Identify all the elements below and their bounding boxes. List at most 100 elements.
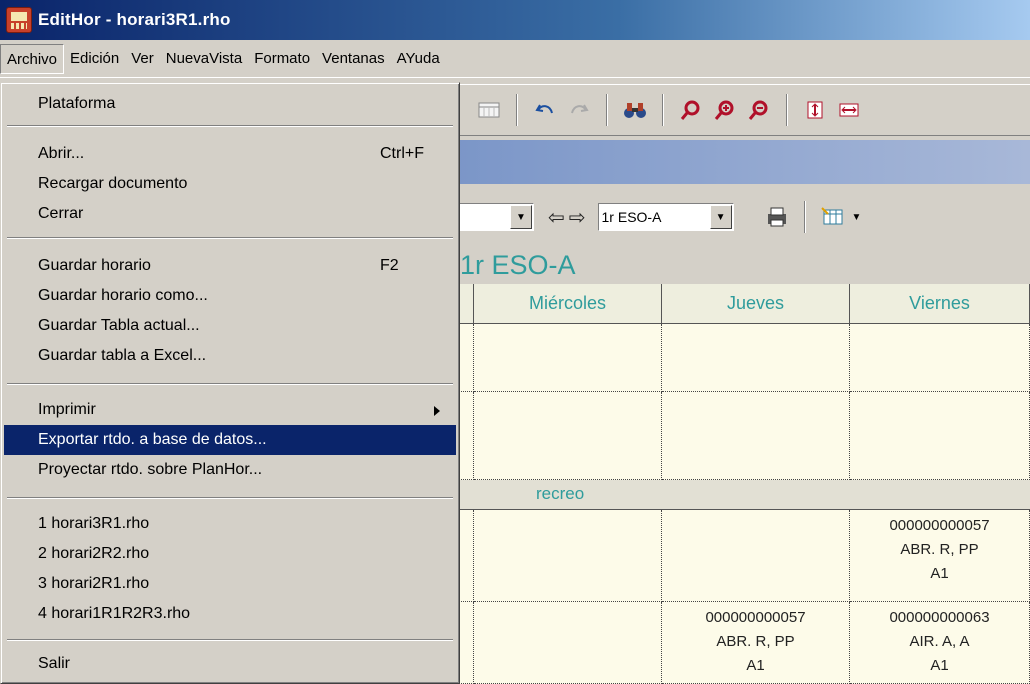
table-cell[interactable] <box>474 602 662 684</box>
table-cell[interactable] <box>474 510 662 602</box>
menu-separator <box>7 383 453 385</box>
cell-teacher: AIR. A, A <box>909 633 970 650</box>
group-select[interactable]: 1r ESO-A ▼ <box>597 203 734 231</box>
cell-code: 000000000063 <box>889 609 990 626</box>
menu-ayuda[interactable]: AYuda <box>391 44 446 74</box>
recreo-label: recreo <box>536 484 585 503</box>
column-header-miercoles: Miércoles <box>474 284 662 324</box>
menu-item-label: Cerrar <box>38 205 84 222</box>
file-menu-dropdown: Plataforma Abrir... Ctrl+F Recargar docu… <box>0 82 460 684</box>
print-icon[interactable] <box>760 200 794 234</box>
app-icon <box>6 7 32 33</box>
menu-nuevavista[interactable]: NuevaVista <box>160 44 248 74</box>
menu-item-recargar[interactable]: Recargar documento <box>4 169 456 199</box>
document-caption-bar <box>456 140 1030 184</box>
toolbar-separator <box>803 201 806 233</box>
menu-item-abrir[interactable]: Abrir... Ctrl+F <box>4 139 456 169</box>
column-header-jueves: Jueves <box>662 284 850 324</box>
table-cell[interactable] <box>662 392 850 480</box>
table-cell[interactable] <box>662 510 850 602</box>
schedule-toolbar: ▼ ⇦⇨ 1r ESO-A ▼ ▼ <box>456 188 1030 246</box>
menu-item-recent-3[interactable]: 3 horari2R1.rho <box>4 569 456 599</box>
window-title: EditHor - horari3R1.rho <box>38 10 231 29</box>
menu-separator <box>7 125 453 127</box>
menu-separator <box>7 639 453 641</box>
cell-room: A1 <box>930 565 949 582</box>
table-cell[interactable]: 000000000057 ABR. R, PP A1 <box>662 602 850 684</box>
menu-ventanas[interactable]: Ventanas <box>316 44 391 74</box>
view-select[interactable]: ▼ <box>456 203 534 231</box>
cell-teacher: ABR. R, PP <box>716 633 795 650</box>
menu-item-salir[interactable]: Salir <box>4 649 456 679</box>
menu-item-guardar-tabla[interactable]: Guardar Tabla actual... <box>4 311 456 341</box>
menu-separator <box>7 237 453 239</box>
menu-item-recent-1[interactable]: 1 horari3R1.rho <box>4 509 456 539</box>
main-toolbar <box>456 84 1030 136</box>
chevron-down-icon[interactable]: ▼ <box>852 212 862 223</box>
undo-icon[interactable] <box>528 93 562 127</box>
binoculars-icon[interactable] <box>618 93 652 127</box>
menu-item-imprimir[interactable]: Imprimir <box>4 395 456 425</box>
toolbar-separator <box>606 94 608 126</box>
menu-item-label: Guardar horario <box>38 257 151 274</box>
cell-teacher: ABR. R, PP <box>900 541 979 558</box>
menu-item-label: Proyectar rtdo. sobre PlanHor... <box>38 461 263 478</box>
menu-item-guardar[interactable]: Guardar horario F2 <box>4 251 456 281</box>
menu-item-plataforma[interactable]: Plataforma <box>4 89 456 119</box>
group-select-value: 1r ESO-A <box>601 209 662 225</box>
menu-item-label: Salir <box>38 655 71 672</box>
toolbar-separator <box>786 94 788 126</box>
schedule-title: 1r ESO-A <box>460 250 576 280</box>
redo-icon[interactable] <box>562 93 596 127</box>
menu-item-shortcut: F2 <box>380 257 399 274</box>
menu-ver[interactable]: Ver <box>125 44 160 74</box>
menu-item-label: Guardar Tabla actual... <box>38 317 200 334</box>
table-cell[interactable]: 000000000057 ABR. R, PP A1 <box>850 510 1030 602</box>
recreo-row: recreo <box>456 480 1030 510</box>
table-cell[interactable] <box>474 324 662 392</box>
menu-item-label: Exportar rtdo. a base de datos... <box>38 431 267 448</box>
table-cell[interactable] <box>850 324 1030 392</box>
menu-item-proyectar[interactable]: Proyectar rtdo. sobre PlanHor... <box>4 455 456 485</box>
menu-item-recent-4[interactable]: 4 horari1R1R2R3.rho <box>4 599 456 629</box>
menu-item-label: 4 horari1R1R2R3.rho <box>38 605 191 622</box>
menu-item-label: Plataforma <box>38 95 116 112</box>
menu-separator <box>7 497 453 499</box>
menu-item-guardar-excel[interactable]: Guardar tabla a Excel... <box>4 341 456 371</box>
zoom-out-icon[interactable] <box>742 93 776 127</box>
menu-item-recent-2[interactable]: 2 horari2R2.rho <box>4 539 456 569</box>
zoom-icon[interactable] <box>674 93 708 127</box>
title-bar: EditHor - horari3R1.rho <box>0 0 1030 40</box>
cell-room: A1 <box>930 657 949 674</box>
menu-bar: Archivo Edición Ver NuevaVista Formato V… <box>0 40 1030 78</box>
row-height-icon[interactable] <box>798 93 832 127</box>
menu-archivo[interactable]: Archivo <box>0 43 65 74</box>
chevron-down-icon[interactable]: ▼ <box>709 205 732 229</box>
menu-edicion[interactable]: Edición <box>64 44 125 74</box>
menu-item-label: Guardar tabla a Excel... <box>38 347 207 364</box>
menu-item-cerrar[interactable]: Cerrar <box>4 199 456 229</box>
table-icon[interactable] <box>816 200 850 234</box>
chevron-down-icon[interactable]: ▼ <box>510 205 532 229</box>
zoom-in-icon[interactable] <box>708 93 742 127</box>
menu-item-label: 1 horari3R1.rho <box>38 515 150 532</box>
schedule-grid: Miércoles Jueves Viernes recreo 00000000… <box>456 284 1030 684</box>
menu-item-exportar[interactable]: Exportar rtdo. a base de datos... <box>4 425 456 455</box>
column-width-icon[interactable] <box>832 93 866 127</box>
table-cell[interactable]: 000000000063 AIR. A, A A1 <box>850 602 1030 684</box>
menu-item-label: 3 horari2R1.rho <box>38 575 150 592</box>
table-cell[interactable] <box>662 324 850 392</box>
menu-item-label: 2 horari2R2.rho <box>38 545 150 562</box>
calendar-icon[interactable] <box>472 93 506 127</box>
toolbar-separator <box>516 94 518 126</box>
table-cell[interactable] <box>474 392 662 480</box>
menu-formato[interactable]: Formato <box>248 44 316 74</box>
table-cell[interactable] <box>850 392 1030 480</box>
menu-item-guardar-como[interactable]: Guardar horario como... <box>4 281 456 311</box>
cell-code: 000000000057 <box>705 609 806 626</box>
menu-item-label: Recargar documento <box>38 175 188 192</box>
column-header-viernes: Viernes <box>850 284 1030 324</box>
submenu-arrow-icon <box>434 406 440 416</box>
cell-code: 000000000057 <box>889 517 990 534</box>
prev-next-arrows[interactable]: ⇦⇨ <box>548 205 590 230</box>
